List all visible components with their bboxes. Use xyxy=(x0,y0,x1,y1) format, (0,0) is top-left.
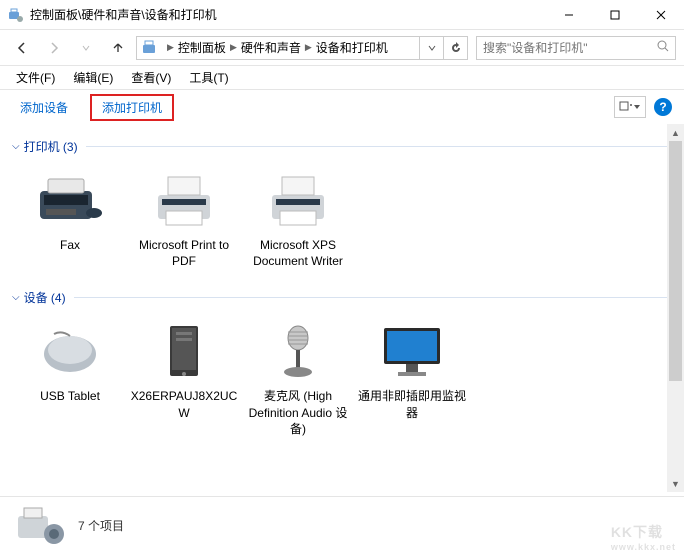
microphone-icon xyxy=(262,320,334,382)
title-bar: 控制面板\硬件和声音\设备和打印机 xyxy=(0,0,684,30)
search-icon xyxy=(657,40,669,55)
group-header-devices[interactable]: ⌵ 设备 (4) xyxy=(12,285,672,310)
window-title: 控制面板\硬件和声音\设备和打印机 xyxy=(30,6,546,23)
help-button[interactable]: ? xyxy=(654,98,672,116)
device-item[interactable]: 麦克风 (High Definition Audio 设备) xyxy=(244,320,352,437)
search-box[interactable] xyxy=(476,36,676,60)
scroll-track[interactable] xyxy=(667,141,684,475)
address-dropdown-button[interactable] xyxy=(419,37,443,59)
device-label: 通用非即插即用监视器 xyxy=(358,388,466,420)
device-item[interactable]: 通用非即插即用监视器 xyxy=(358,320,466,437)
minimize-button[interactable] xyxy=(546,0,592,30)
device-item[interactable]: Microsoft Print to PDF xyxy=(130,169,238,269)
forward-button[interactable] xyxy=(40,34,68,62)
device-label: X26ERPAUJ8X2UCW xyxy=(130,388,238,420)
chevron-right-icon[interactable]: ▶ xyxy=(228,42,239,53)
close-button[interactable] xyxy=(638,0,684,30)
device-item[interactable]: Fax xyxy=(16,169,124,269)
up-button[interactable] xyxy=(104,34,132,62)
menu-bar: 文件(F) 编辑(E) 查看(V) 工具(T) xyxy=(0,66,684,90)
menu-file[interactable]: 文件(F) xyxy=(8,67,63,88)
status-text: 7 个项目 xyxy=(78,517,124,534)
menu-view[interactable]: 查看(V) xyxy=(123,67,179,88)
status-bar: 7 个项目 xyxy=(0,496,684,554)
device-item[interactable]: USB Tablet xyxy=(16,320,124,437)
device-label: Microsoft XPS Document Writer xyxy=(244,237,352,269)
device-label: Microsoft Print to PDF xyxy=(130,237,238,269)
device-item[interactable]: X26ERPAUJ8X2UCW xyxy=(130,320,238,437)
devices-grid: USB Tablet X26ERPAUJ8X2UCW 麦克风 (High Def… xyxy=(12,310,672,447)
refresh-button[interactable] xyxy=(443,37,467,59)
address-bar[interactable]: ▶ 控制面板 ▶ 硬件和声音 ▶ 设备和打印机 xyxy=(136,36,468,60)
menu-edit[interactable]: 编辑(E) xyxy=(65,67,121,88)
scroll-up-button[interactable]: ▲ xyxy=(667,124,684,141)
printer-icon xyxy=(262,169,334,231)
breadcrumb-control-panel[interactable]: 控制面板 xyxy=(176,37,228,59)
menu-tools[interactable]: 工具(T) xyxy=(181,67,236,88)
devices-printers-icon xyxy=(8,7,24,23)
command-bar: 添加设备 添加打印机 ? xyxy=(0,90,684,124)
device-label: 麦克风 (High Definition Audio 设备) xyxy=(244,388,352,437)
breadcrumb-devices-printers[interactable]: 设备和打印机 xyxy=(314,37,390,59)
chevron-down-icon: ⌵ xyxy=(12,141,20,152)
printer-icon xyxy=(148,169,220,231)
add-printer-button[interactable]: 添加打印机 xyxy=(90,94,174,121)
group-header-printers[interactable]: ⌵ 打印机 (3) xyxy=(12,134,672,159)
navigation-bar: ▶ 控制面板 ▶ 硬件和声音 ▶ 设备和打印机 xyxy=(0,30,684,66)
group-title: 设备 (4) xyxy=(24,289,66,306)
chevron-down-icon: ⌵ xyxy=(12,292,20,303)
fax-icon xyxy=(34,169,106,231)
content-area: ⌵ 打印机 (3) Fax Microsoft Print to PDF Mic… xyxy=(0,124,684,492)
device-item[interactable]: Microsoft XPS Document Writer xyxy=(244,169,352,269)
breadcrumb-hardware-sound[interactable]: 硬件和声音 xyxy=(239,37,303,59)
device-label: USB Tablet xyxy=(40,388,100,404)
recent-locations-button[interactable] xyxy=(72,34,100,62)
status-thumbnail-icon xyxy=(14,504,66,548)
printers-grid: Fax Microsoft Print to PDF Microsoft XPS… xyxy=(12,159,672,279)
scroll-down-button[interactable]: ▼ xyxy=(667,475,684,492)
mouse-icon xyxy=(34,320,106,382)
chevron-right-icon[interactable]: ▶ xyxy=(303,42,314,53)
window-controls xyxy=(546,0,684,30)
monitor-icon xyxy=(376,320,448,382)
view-options-button[interactable] xyxy=(614,96,646,118)
maximize-button[interactable] xyxy=(592,0,638,30)
back-button[interactable] xyxy=(8,34,36,62)
group-title: 打印机 (3) xyxy=(24,138,78,155)
divider xyxy=(86,146,672,147)
add-device-button[interactable]: 添加设备 xyxy=(12,95,76,120)
devices-printers-icon xyxy=(141,38,161,58)
chevron-right-icon[interactable]: ▶ xyxy=(165,42,176,53)
computer-icon xyxy=(148,320,220,382)
vertical-scrollbar[interactable]: ▲ ▼ xyxy=(667,124,684,492)
search-input[interactable] xyxy=(483,41,657,55)
divider xyxy=(74,297,672,298)
device-label: Fax xyxy=(60,237,80,253)
scroll-thumb[interactable] xyxy=(669,141,682,381)
